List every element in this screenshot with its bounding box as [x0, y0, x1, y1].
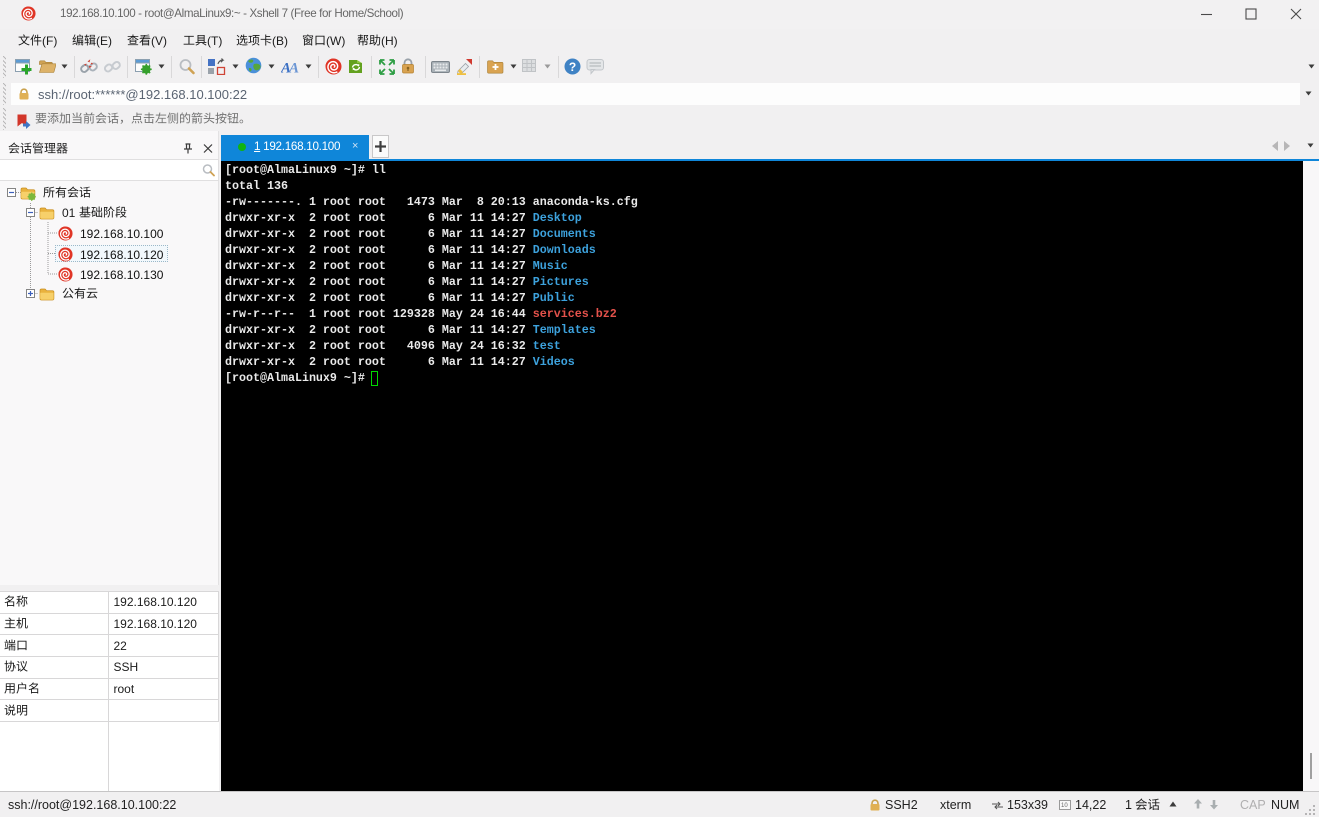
svg-text:10: 10 — [1061, 803, 1068, 809]
svg-text:A: A — [288, 61, 299, 76]
svg-text:?: ? — [569, 60, 576, 74]
